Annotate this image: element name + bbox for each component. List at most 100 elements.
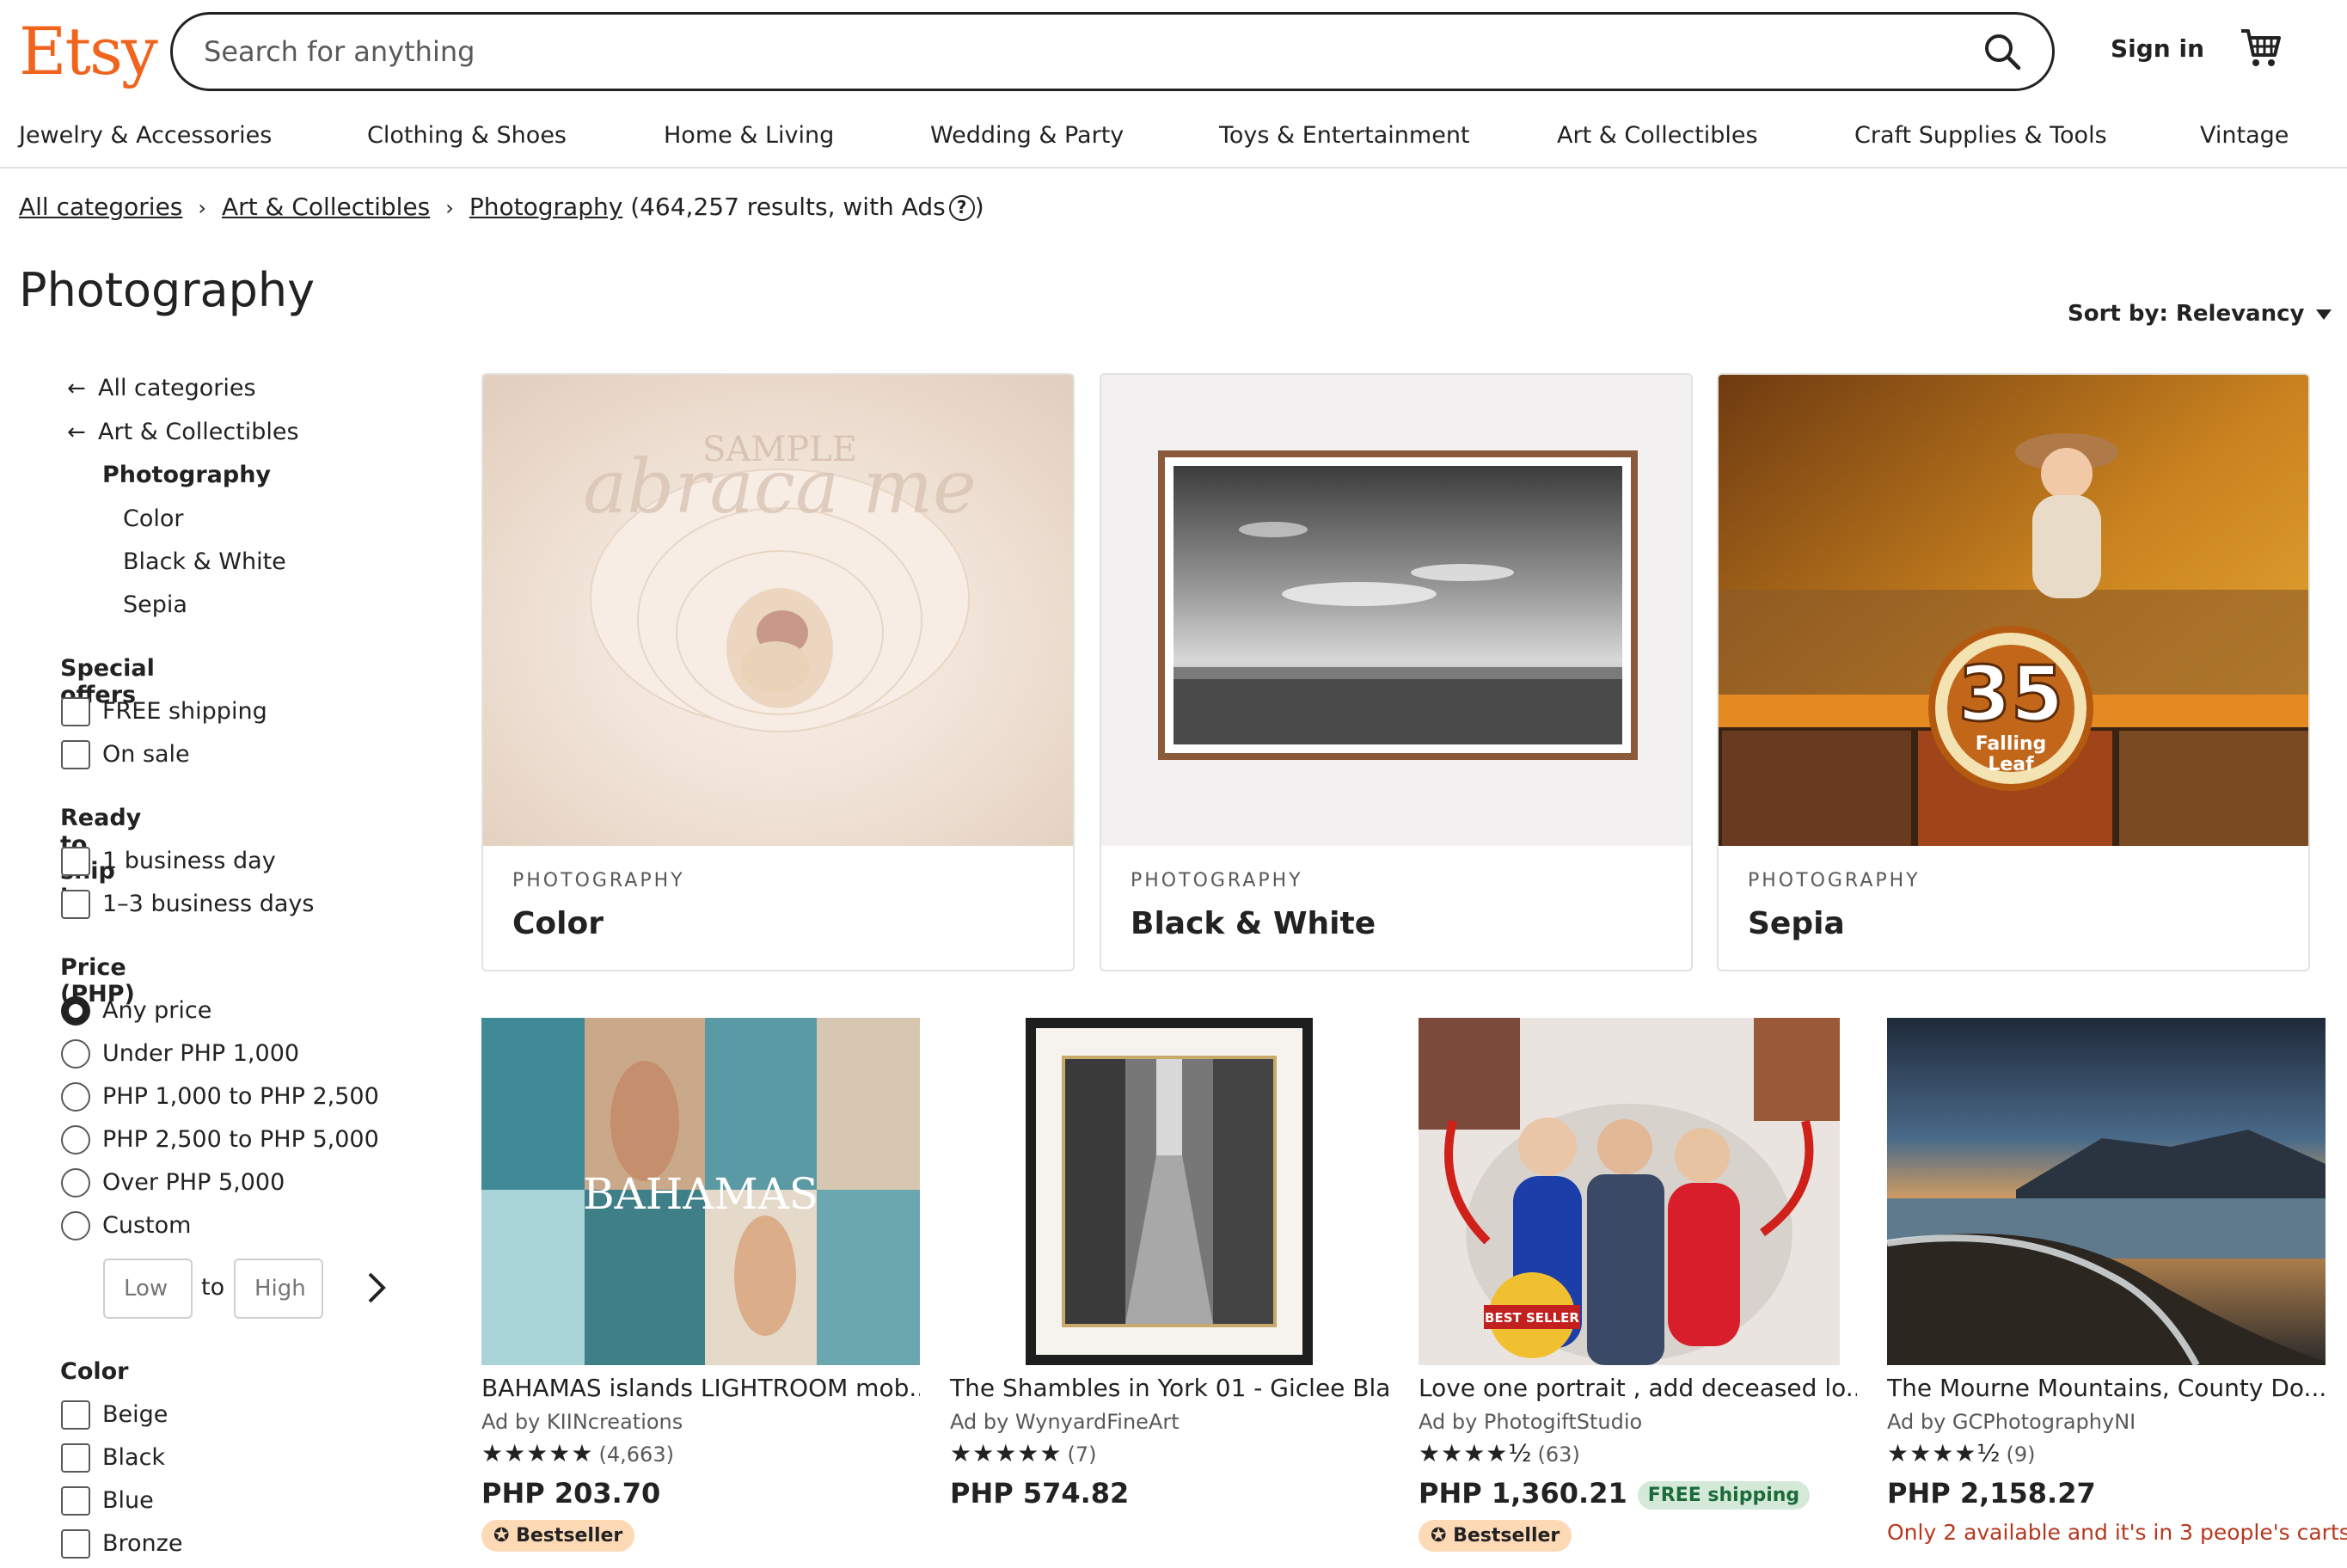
product-shop: Ad by PhotogiftStudio bbox=[1419, 1410, 1643, 1434]
sidebar-sub-black-white[interactable]: Black & White bbox=[123, 548, 286, 575]
product-image: BEST SELLER bbox=[1419, 1018, 1857, 1365]
product-title[interactable]: BAHAMAS islands LIGHTROOM mob... bbox=[481, 1374, 920, 1402]
chevron-right-icon: › bbox=[198, 196, 206, 220]
breadcrumb-art[interactable]: Art & Collectibles bbox=[222, 193, 430, 221]
sidebar-label: All categories bbox=[98, 375, 256, 401]
nav-art[interactable]: Art & Collectibles bbox=[1557, 122, 1758, 149]
help-icon[interactable]: ? bbox=[948, 195, 975, 221]
sidebar-sub-sepia[interactable]: Sepia bbox=[123, 591, 187, 618]
nav-wedding[interactable]: Wedding & Party bbox=[930, 122, 1124, 149]
product-title[interactable]: The Shambles in York 01 - Giclee Bla... bbox=[950, 1374, 1388, 1402]
results-count-close: ) bbox=[974, 193, 984, 221]
price-under-radio[interactable] bbox=[61, 1039, 90, 1069]
best-seller-seal-text: BEST SELLER bbox=[1485, 1310, 1579, 1326]
product-shop: Ad by GCPhotographyNI bbox=[1887, 1410, 2136, 1434]
one-three-days-checkbox[interactable] bbox=[61, 890, 90, 919]
star-rating-icon: ★★★★½ bbox=[1419, 1439, 1533, 1467]
product-price: PHP 574.82 bbox=[950, 1477, 1130, 1510]
cart-icon[interactable] bbox=[2239, 26, 2282, 69]
one-day-checkbox[interactable] bbox=[61, 847, 90, 876]
nav-jewelry[interactable]: Jewelry & Accessories bbox=[19, 122, 272, 149]
product-price: PHP 1,360.21 FREE shipping bbox=[1419, 1477, 1811, 1510]
availability-notice: Only 2 available and it's in 3 people's … bbox=[1887, 1520, 2347, 1545]
price-low-input[interactable]: Low bbox=[103, 1259, 193, 1319]
badge-label: Bestseller bbox=[1453, 1525, 1560, 1547]
free-shipping-badge: FREE shipping bbox=[1637, 1480, 1811, 1510]
price-over-radio[interactable] bbox=[61, 1168, 90, 1197]
free-shipping-label: FREE shipping bbox=[102, 698, 267, 725]
category-title: Color bbox=[512, 906, 604, 941]
color-beige-checkbox[interactable] bbox=[61, 1400, 90, 1430]
price-custom-radio[interactable] bbox=[61, 1211, 90, 1240]
price-1000-2500-radio[interactable] bbox=[61, 1082, 90, 1112]
price-2500-5000-label: PHP 2,500 to PHP 5,000 bbox=[102, 1126, 379, 1153]
badge-label: Bestseller bbox=[516, 1525, 623, 1547]
product-rating: ★★★★½ (63) bbox=[1419, 1439, 1580, 1467]
bestseller-badge: ✪ Bestseller bbox=[481, 1520, 635, 1552]
price-to-label: to bbox=[201, 1274, 225, 1301]
price-value: PHP 1,360.21 bbox=[1419, 1477, 1627, 1510]
free-shipping-checkbox[interactable] bbox=[61, 697, 90, 726]
color-blue-checkbox[interactable] bbox=[61, 1486, 90, 1516]
product-title[interactable]: Love one portrait , add deceased lo... bbox=[1419, 1374, 1857, 1402]
product-image bbox=[1887, 1018, 2326, 1365]
breadcrumb-photography[interactable]: Photography bbox=[469, 193, 622, 221]
nav-vintage[interactable]: Vintage bbox=[2200, 122, 2289, 149]
category-card-color[interactable]: SAMPLE abraca me PHOTOGRAPHY Color bbox=[481, 373, 1075, 971]
arrow-left-icon: ← bbox=[67, 376, 86, 401]
product-image bbox=[950, 1018, 1388, 1365]
search-icon[interactable] bbox=[1983, 33, 2021, 70]
on-sale-label: On sale bbox=[102, 741, 190, 768]
bestseller-badge: ✪ Bestseller bbox=[1419, 1520, 1572, 1552]
badge-text: Leaf bbox=[1988, 754, 2034, 775]
chevron-right-icon[interactable] bbox=[363, 1271, 389, 1305]
badge-text: Falling bbox=[1976, 733, 2047, 755]
results-count: (464,257 results, with Ads bbox=[630, 193, 946, 221]
color-black-label: Black bbox=[102, 1444, 166, 1471]
category-image-black-white bbox=[1101, 375, 1691, 846]
star-rating-icon: ★★★★★ bbox=[481, 1439, 594, 1467]
product-overlay-text: BAHAMAS bbox=[583, 1169, 818, 1219]
sort-label: Sort by: Relevancy bbox=[2068, 301, 2305, 327]
sidebar-sub-color[interactable]: Color bbox=[123, 505, 184, 532]
review-count: (63) bbox=[1537, 1442, 1580, 1467]
chevron-right-icon: › bbox=[445, 196, 454, 220]
sort-dropdown[interactable]: Sort by: Relevancy bbox=[2068, 301, 2332, 327]
product-title[interactable]: The Mourne Mountains, County Do... bbox=[1887, 1374, 2326, 1402]
award-icon: ✪ bbox=[1431, 1525, 1454, 1547]
product-shop: Ad by KIINcreations bbox=[481, 1410, 683, 1434]
price-2500-5000-radio[interactable] bbox=[61, 1125, 90, 1155]
breadcrumb: All categories › Art & Collectibles › Photog… bbox=[19, 193, 984, 221]
category-card-black-white[interactable]: PHOTOGRAPHY Black & White bbox=[1100, 373, 1693, 971]
category-label: PHOTOGRAPHY bbox=[512, 870, 685, 891]
product-shop: Ad by WynyardFineArt bbox=[950, 1410, 1180, 1434]
on-sale-checkbox[interactable] bbox=[61, 740, 90, 769]
review-count: (4,663) bbox=[598, 1442, 674, 1467]
price-under-label: Under PHP 1,000 bbox=[102, 1040, 300, 1067]
product-rating: ★★★★½ (9) bbox=[1887, 1439, 2036, 1467]
color-bronze-label: Bronze bbox=[102, 1530, 183, 1557]
sidebar-back-art[interactable]: ← Art & Collectibles bbox=[67, 419, 299, 445]
nav-clothing[interactable]: Clothing & Shoes bbox=[367, 122, 567, 149]
sign-in-link[interactable]: Sign in bbox=[2111, 34, 2204, 63]
price-any-radio[interactable] bbox=[61, 996, 90, 1026]
review-count: (7) bbox=[1067, 1442, 1097, 1467]
category-title: Black & White bbox=[1131, 906, 1376, 941]
nav-home[interactable]: Home & Living bbox=[664, 122, 834, 149]
search-bar[interactable] bbox=[170, 12, 2055, 91]
nav-craft[interactable]: Craft Supplies & Tools bbox=[1854, 122, 2107, 149]
breadcrumb-all-categories[interactable]: All categories bbox=[19, 193, 182, 221]
search-input[interactable] bbox=[204, 15, 1923, 89]
nav-toys[interactable]: Toys & Entertainment bbox=[1219, 122, 1470, 149]
watermark: abraca me bbox=[583, 444, 977, 530]
price-over-label: Over PHP 5,000 bbox=[102, 1169, 285, 1196]
category-image-color: SAMPLE abraca me bbox=[483, 375, 1073, 846]
etsy-logo[interactable]: Etsy bbox=[19, 14, 158, 89]
category-card-sepia[interactable]: 35 Falling Leaf PHOTOGRAPHY Sepia bbox=[1717, 373, 2310, 971]
color-black-checkbox[interactable] bbox=[61, 1443, 90, 1473]
category-nav: Jewelry & Accessories Clothing & Shoes H… bbox=[0, 113, 2347, 168]
sidebar-back-all-categories[interactable]: ← All categories bbox=[67, 375, 256, 401]
price-1000-2500-label: PHP 1,000 to PHP 2,500 bbox=[102, 1083, 379, 1110]
price-high-input[interactable]: High bbox=[234, 1259, 323, 1319]
color-bronze-checkbox[interactable] bbox=[61, 1529, 90, 1559]
